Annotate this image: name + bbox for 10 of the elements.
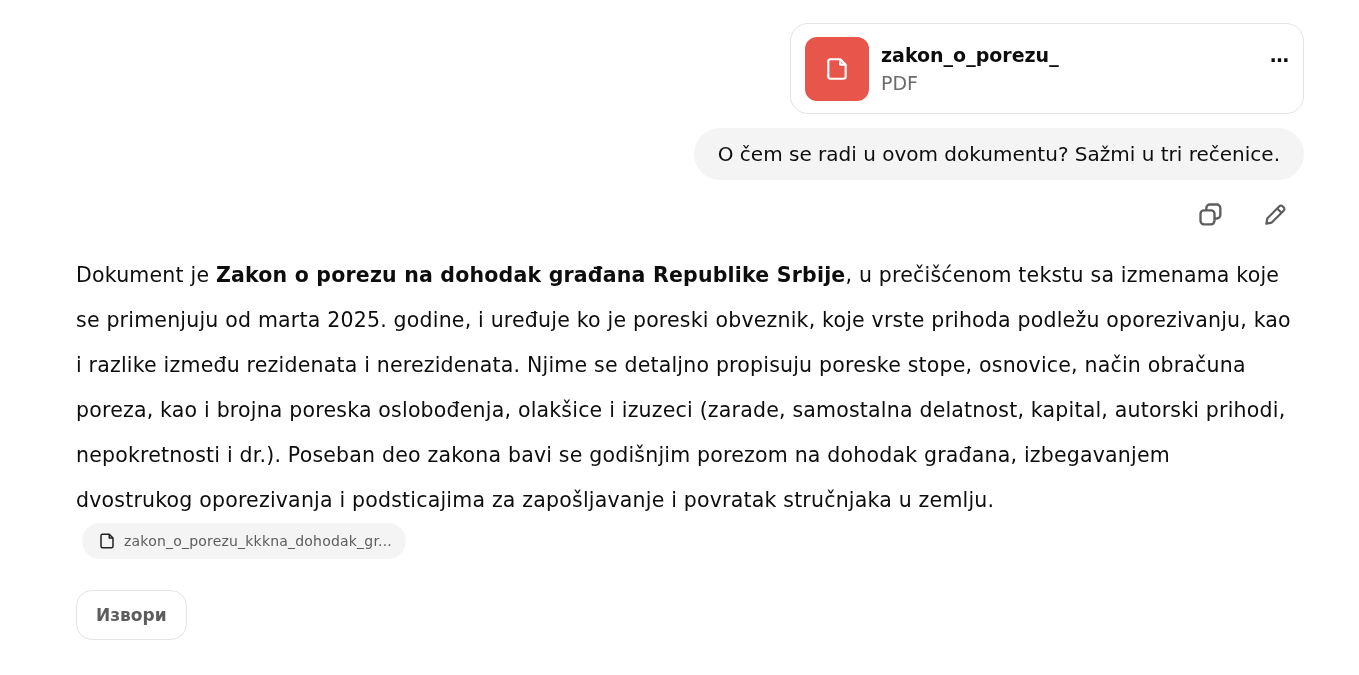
file-type: PDF (881, 71, 920, 94)
user-message: O čem se radi u ovom dokumentu? Sažmi u tri rečenice. (693, 128, 1304, 180)
sources-button[interactable]: Извори (76, 590, 187, 640)
ellipsis: … (1270, 43, 1289, 66)
assistant-message: Dokument je Zakon o porezu na dohodak građana Republike Srbije, u prečišćenom tekstu sa izmenama koje se primenjuju od marta 2025. godine, i uređuje ko je poreski obveznik, koje vrste prihoda podležu oporezivanju, kao i razlike između rezidenata i nerezidenata. Njime se detaljno propisuju poreske stope, osnovice, način obračuna poreza, kao i brojna poreska oslobođenja, olakšice i izuzeci (zarade, samostalna delatnost, kapital, autorski prihodi, nepokretnosti i dr.). Poseban deo zakona bavi se godišnjim porezom na dohodak građana, izbegavanjem dvostrukog oporezivanja i podsticajima za zapošljavanje i povratak stručnjaka u zemlju. zakon_o_porezu_kkkna_dohodak_gr... (76, 253, 1291, 568)
file-icon (98, 532, 116, 550)
file-name: zakon_o_porezu_ (881, 43, 1059, 66)
file-card[interactable]: zakon_o_porezu_ … PDF (790, 23, 1304, 114)
file-icon (805, 36, 869, 101)
citation-link[interactable]: zakon_o_porezu_kkkna_dohodak_gr... (82, 523, 407, 559)
